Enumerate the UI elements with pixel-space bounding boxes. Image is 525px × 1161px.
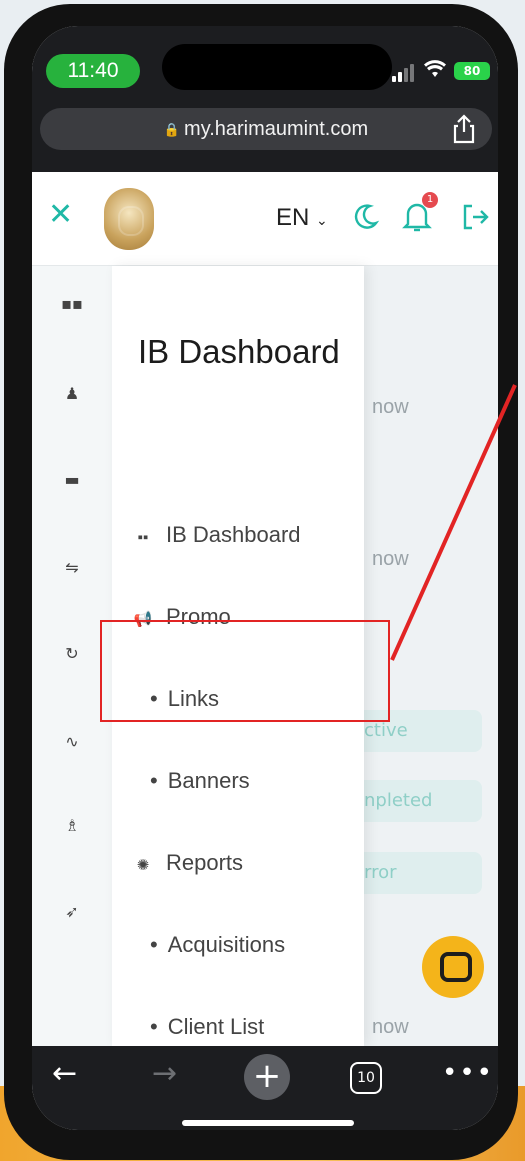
- dynamic-island: [162, 44, 392, 90]
- chat-button[interactable]: [422, 936, 484, 998]
- home-indicator: [182, 1120, 354, 1126]
- close-icon[interactable]: ✕: [48, 200, 73, 230]
- background-text-1: now: [372, 396, 409, 418]
- menu-item-ib-dashboard[interactable]: ▪▪ IB Dashboard: [132, 522, 301, 548]
- wifi-icon: [424, 60, 446, 81]
- more-icon[interactable]: •••: [442, 1058, 494, 1088]
- signal-icon: [392, 64, 420, 82]
- new-tab-button[interactable]: +: [244, 1054, 290, 1100]
- drawer-title: IB Dashboard: [138, 333, 340, 370]
- status-pill-error: rror: [364, 852, 482, 894]
- app-header: ✕ EN ⌄ 1: [32, 172, 498, 266]
- url-text: my.harimaumint.com: [184, 118, 369, 140]
- menu-subitem-acquisitions[interactable]: Acquisitions: [150, 932, 285, 958]
- menu-subitem-banners[interactable]: Banners: [150, 768, 250, 794]
- share-icon[interactable]: [452, 114, 476, 144]
- menu-item-reports[interactable]: ✺ Reports: [132, 850, 243, 876]
- wallet-icon[interactable]: ▬: [32, 470, 112, 489]
- logout-icon[interactable]: [460, 202, 490, 232]
- screen: 11:40 80 🔒 my.harimaumint.com ✕ EN ⌄ 1 ▪…: [32, 26, 498, 1130]
- spinner-icon: ✺: [136, 857, 150, 874]
- notification-badge: 1: [422, 192, 438, 208]
- status-bar: 11:40 80: [32, 26, 498, 92]
- background-text-3: now: [372, 1016, 409, 1038]
- lock-icon: 🔒: [163, 122, 181, 137]
- chevron-down-icon: ⌄: [316, 212, 328, 228]
- language-selector[interactable]: EN ⌄: [276, 204, 328, 232]
- address-field[interactable]: 🔒 my.harimaumint.com: [40, 108, 492, 150]
- browser-url-bar: 🔒 my.harimaumint.com: [32, 92, 498, 172]
- rocket-icon[interactable]: ➶: [32, 902, 112, 921]
- moon-icon[interactable]: [350, 202, 380, 232]
- phone-frame: 11:40 80 🔒 my.harimaumint.com ✕ EN ⌄ 1 ▪…: [4, 4, 518, 1160]
- background-text-2: now: [372, 548, 409, 570]
- users-icon[interactable]: ♗: [32, 816, 112, 835]
- activity-icon[interactable]: ∿: [32, 732, 112, 751]
- tabs-button[interactable]: 10: [350, 1062, 382, 1094]
- highlight-box: [100, 620, 390, 722]
- battery-indicator: 80: [454, 62, 490, 80]
- status-time: 11:40: [46, 54, 140, 88]
- status-pill-completed: npleted: [364, 780, 482, 822]
- user-icon[interactable]: ♟: [32, 384, 112, 403]
- browser-toolbar: ← → + 10 •••: [32, 1046, 498, 1130]
- forward-icon[interactable]: →: [152, 1054, 177, 1094]
- grid-icon[interactable]: ▪▪: [32, 294, 112, 313]
- grid-icon: ▪▪: [137, 529, 149, 546]
- menu-subitem-client-list[interactable]: Client List: [150, 1014, 265, 1040]
- tiger-logo[interactable]: [104, 188, 154, 250]
- transfer-icon[interactable]: ⇋: [32, 558, 112, 577]
- back-icon[interactable]: ←: [52, 1054, 77, 1094]
